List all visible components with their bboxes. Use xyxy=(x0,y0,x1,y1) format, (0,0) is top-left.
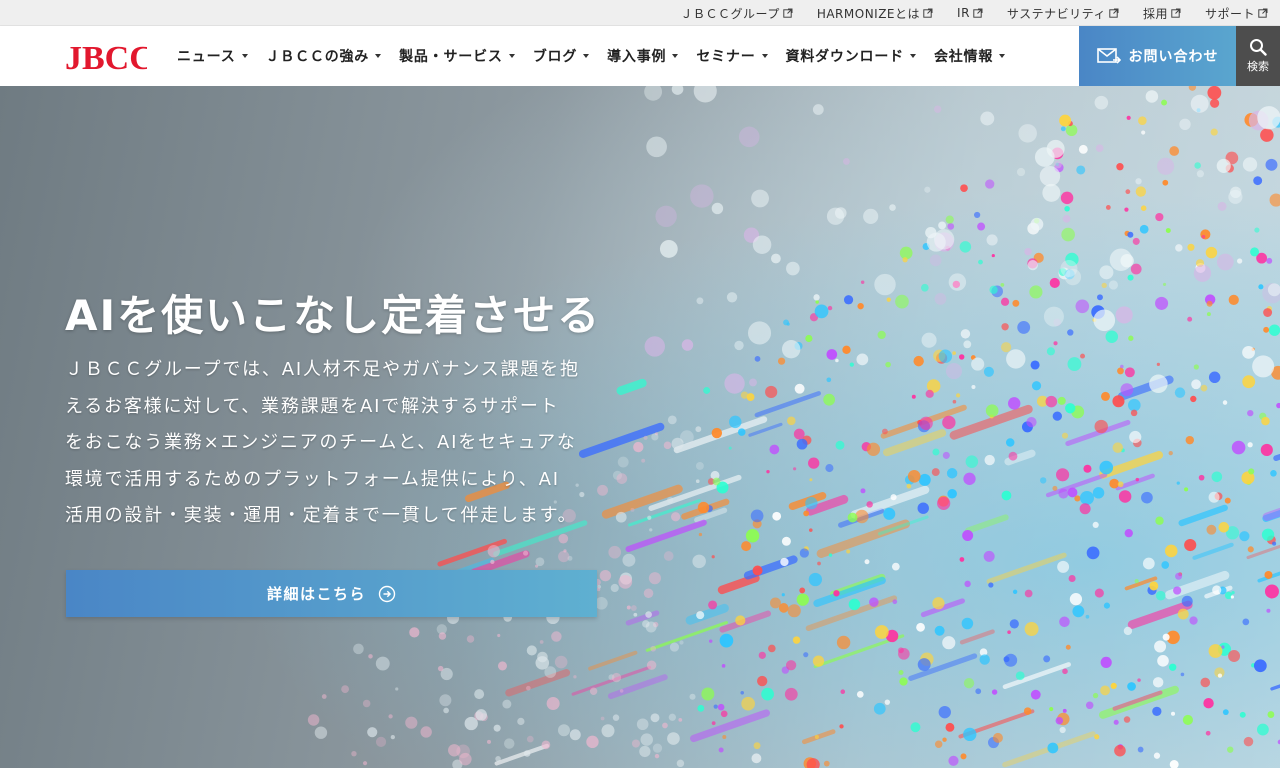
utility-link-label: 採用 xyxy=(1142,6,1168,21)
utility-link-harmonize[interactable]: HARMONIZEとは xyxy=(805,5,945,22)
nav-item-label: セミナー xyxy=(696,49,756,65)
nav-item-news[interactable]: ニュース xyxy=(168,46,257,66)
caret-down-icon xyxy=(241,54,248,58)
external-link-icon xyxy=(1258,8,1268,18)
nav-item-label: ニュース xyxy=(177,49,236,65)
search-button[interactable]: 検索 xyxy=(1236,26,1280,86)
external-link-icon xyxy=(923,8,933,18)
caret-down-icon xyxy=(999,54,1006,58)
caret-down-icon xyxy=(672,54,679,58)
nav-item-label: 製品・サービス xyxy=(399,49,503,65)
details-button[interactable]: 詳細はこちら xyxy=(66,570,597,617)
utility-link-support[interactable]: サポート xyxy=(1193,5,1280,22)
caret-down-icon xyxy=(761,54,768,58)
hero-description-line: ＪＢＣＣグループでは、AI人材不足やガバナンス課題を抱 xyxy=(65,359,580,380)
caret-down-icon xyxy=(508,54,515,58)
utility-link-label: サステナビリティ xyxy=(1006,6,1106,21)
contact-button[interactable]: お問い合わせ xyxy=(1079,26,1236,86)
nav-item-seminars[interactable]: セミナー xyxy=(687,46,776,66)
nav-item-case-studies[interactable]: 導入事例 xyxy=(598,46,687,66)
search-button-label: 検索 xyxy=(1247,60,1269,73)
utility-link-sustainability[interactable]: サステナビリティ xyxy=(995,5,1131,22)
search-icon xyxy=(1250,39,1267,56)
nav-item-label: ＪＢＣＣの強み xyxy=(265,49,370,65)
nav-item-label: 会社情報 xyxy=(933,49,994,65)
utility-link-label: HARMONIZEとは xyxy=(816,6,921,21)
mail-icon xyxy=(1096,48,1121,64)
nav-item-downloads[interactable]: 資料ダウンロード xyxy=(777,46,925,66)
hero-description-line: をおこなう業務×エンジニアのチームと、AIをセキュアな xyxy=(65,432,577,453)
hero-description-line: 環境で活用するためのプラットフォーム提供により、AI xyxy=(65,468,560,490)
nav-items: ニュース ＪＢＣＣの強み 製品・サービス ブログ 導入事例 セミナー 資料ダウン… xyxy=(168,26,1014,86)
external-link-icon xyxy=(973,8,983,18)
caret-down-icon xyxy=(375,54,382,58)
nav-item-blog[interactable]: ブログ xyxy=(524,46,598,66)
jbcc-logo[interactable]: JBCC xyxy=(65,32,147,78)
utility-link-recruit[interactable]: 採用 xyxy=(1131,5,1193,22)
caret-down-icon xyxy=(583,54,590,58)
logo-text: JBCC xyxy=(65,40,147,77)
utility-link-label: サポート xyxy=(1204,6,1255,21)
hero-description: ＪＢＣＣグループでは、AI人材不足やガバナンス課題を抱 えるお客様に対して、業務… xyxy=(65,352,610,535)
hero-title: AIを使いこなし定着させる xyxy=(65,291,602,340)
arrow-circle-right-icon xyxy=(378,585,396,602)
utility-link-jbcc-group[interactable]: ＪＢＣＣグループ xyxy=(669,5,805,22)
contact-button-label: お問い合わせ xyxy=(1128,49,1219,65)
external-link-icon xyxy=(1171,8,1181,18)
external-link-icon xyxy=(783,8,793,18)
utility-bar: ＪＢＣＣグループ HARMONIZEとは IR サステナビリティ 採用 サポート xyxy=(0,0,1280,26)
hero-section: AIを使いこなし定着させる ＪＢＣＣグループでは、AI人材不足やガバナンス課題を… xyxy=(0,86,1280,768)
nav-item-company[interactable]: 会社情報 xyxy=(925,46,1014,66)
utility-link-ir[interactable]: IR xyxy=(945,6,995,20)
main-nav-bar: JBCC ニュース ＪＢＣＣの強み 製品・サービス ブログ 導入事例 セミナー … xyxy=(0,26,1280,86)
utility-links: ＪＢＣＣグループ HARMONIZEとは IR サステナビリティ 採用 サポート xyxy=(669,0,1280,26)
nav-item-label: 資料ダウンロード xyxy=(785,49,904,65)
utility-link-label: ＪＢＣＣグループ xyxy=(680,6,780,21)
external-link-icon xyxy=(1109,8,1119,18)
caret-down-icon xyxy=(909,54,916,58)
nav-item-label: ブログ xyxy=(532,49,578,65)
hero-description-line: えるお客様に対して、業務課題をAIで解決するサポート xyxy=(65,395,560,417)
details-button-label: 詳細はこちら xyxy=(266,585,366,603)
hero-description-line: 活用の設計・実装・運用・定着まで一貫して伴走します。 xyxy=(65,505,578,526)
nav-item-strengths[interactable]: ＪＢＣＣの強み xyxy=(257,46,391,66)
nav-item-products[interactable]: 製品・サービス xyxy=(390,46,524,66)
nav-item-label: 導入事例 xyxy=(607,49,667,65)
utility-link-label: IR xyxy=(957,6,970,20)
